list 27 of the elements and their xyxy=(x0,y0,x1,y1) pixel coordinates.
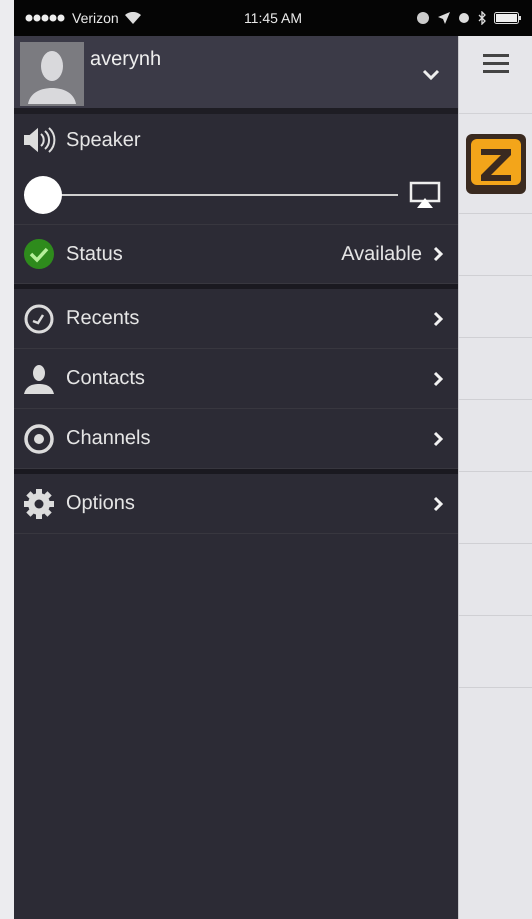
app-logo-icon[interactable] xyxy=(464,132,526,194)
wifi-icon xyxy=(124,12,141,24)
clock-time: 11:45 AM xyxy=(244,10,302,26)
chevron-right-icon xyxy=(432,430,444,448)
target-icon xyxy=(22,422,56,456)
chevron-right-icon xyxy=(432,370,444,388)
check-circle-icon xyxy=(22,237,56,271)
menu-icon[interactable] xyxy=(482,52,508,74)
clock-icon xyxy=(22,302,56,336)
battery-icon xyxy=(494,12,522,24)
chevron-right-icon xyxy=(432,245,444,263)
chevron-right-icon xyxy=(432,494,444,512)
menu-item[interactable]: Contacts xyxy=(14,349,458,409)
speaker-label: Speaker xyxy=(66,128,142,152)
location-icon xyxy=(438,12,450,24)
chevron-right-icon xyxy=(432,310,444,328)
gear-icon xyxy=(22,486,56,520)
menu-item[interactable]: Recents xyxy=(14,289,458,349)
chevron-down-icon[interactable] xyxy=(422,68,440,82)
menu-item[interactable]: Options xyxy=(14,474,458,534)
username: averynh xyxy=(90,48,162,71)
slider-thumb[interactable] xyxy=(24,176,62,214)
bluetooth-icon xyxy=(478,11,486,25)
volume-slider[interactable] xyxy=(24,176,398,214)
signal-icon xyxy=(24,13,66,23)
avatar xyxy=(20,42,84,106)
carrier-name: Verizon xyxy=(72,10,119,26)
